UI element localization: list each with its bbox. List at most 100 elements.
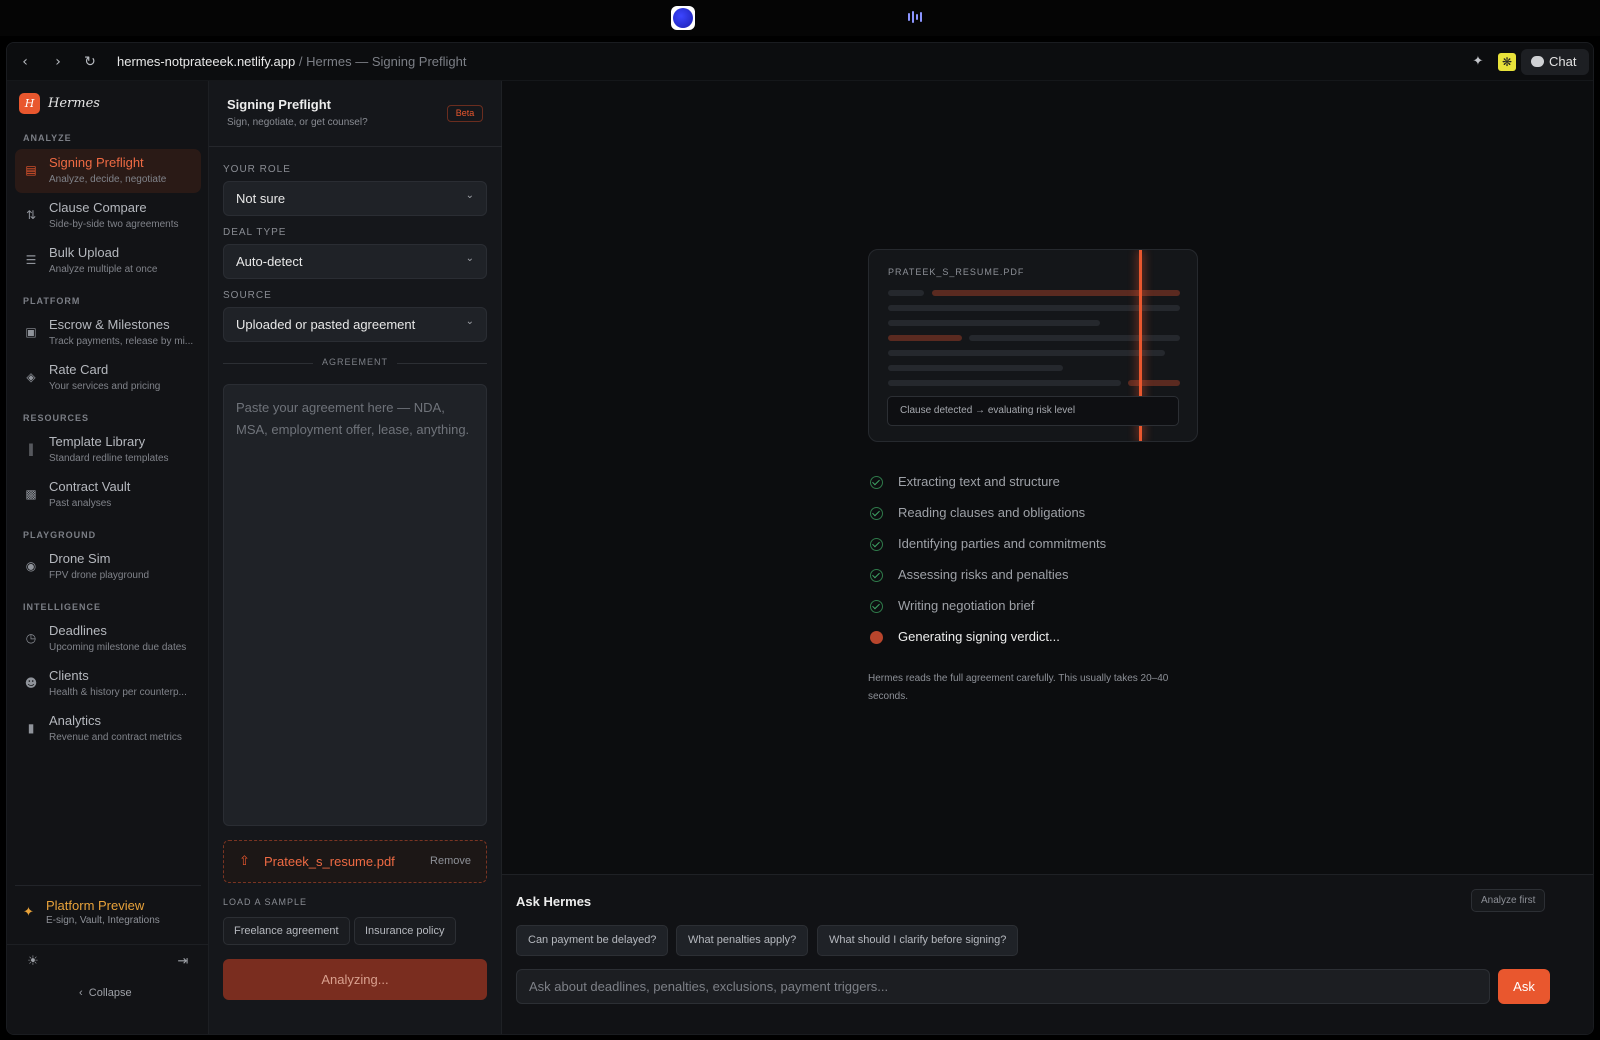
logout-icon[interactable]: ⇥ bbox=[175, 954, 191, 970]
text-line bbox=[888, 380, 1121, 386]
sidebar-divider bbox=[15, 885, 201, 886]
collapse-label: Collapse bbox=[88, 987, 132, 999]
agreement-label: AGREEMENT bbox=[321, 357, 388, 367]
sidebar-item-label: Analytics bbox=[49, 713, 102, 728]
sidebar-item-label: Bulk Upload bbox=[49, 245, 120, 260]
app-orb-icon[interactable] bbox=[671, 6, 695, 30]
address-bar[interactable]: hermes-notprateeek.netlify.app / Hermes … bbox=[117, 54, 467, 69]
users-icon: ☻ bbox=[24, 676, 38, 690]
deal-type-select[interactable]: Auto-detect ⌄ bbox=[223, 244, 487, 279]
sidebar-item-label: Rate Card bbox=[49, 362, 109, 377]
sidebar-item-sub: Your services and pricing bbox=[49, 381, 161, 392]
step-item: Identifying parties and commitments bbox=[868, 535, 1188, 555]
text-line-highlighted bbox=[932, 290, 1180, 296]
step-item-current: Generating signing verdict... bbox=[868, 628, 1188, 648]
step-item: Assessing risks and penalties bbox=[868, 566, 1188, 586]
extension-icon[interactable]: ✦ bbox=[1469, 53, 1487, 71]
page-title: Hermes — Signing Preflight bbox=[306, 54, 467, 69]
sidebar-item-label: Contract Vault bbox=[49, 479, 131, 494]
chevron-down-icon: ⌄ bbox=[465, 253, 474, 264]
sidebar-item-sub: Health & history per counterp... bbox=[49, 687, 187, 698]
ask-title: Ask Hermes bbox=[516, 894, 592, 909]
ask-input[interactable] bbox=[516, 969, 1490, 1004]
sidebar-item-sub: Side-by-side two agreements bbox=[49, 219, 179, 230]
section-title-platform: PLATFORM bbox=[23, 296, 81, 306]
sidebar-item-label: Deadlines bbox=[49, 623, 107, 638]
url-separator: / bbox=[295, 54, 307, 69]
analyze-first-badge: Analyze first bbox=[1471, 889, 1546, 912]
sidebar-item-deadlines[interactable]: ◷ Deadlines Upcoming milestone due dates bbox=[15, 617, 201, 661]
library-icon: ‖ bbox=[28, 442, 34, 456]
sidebar-item-contract-vault[interactable]: ▩ Contract Vault Past analyses bbox=[15, 473, 201, 517]
step-label: Extracting text and structure bbox=[898, 474, 1060, 489]
audio-levels-icon[interactable] bbox=[908, 11, 922, 23]
check-circle-icon bbox=[870, 600, 883, 613]
step-label: Generating signing verdict... bbox=[898, 629, 1060, 644]
check-circle-icon bbox=[870, 507, 883, 520]
question-chip[interactable]: Can payment be delayed? bbox=[516, 925, 669, 956]
brand[interactable]: H Hermes bbox=[19, 93, 100, 114]
step-item: Extracting text and structure bbox=[868, 473, 1188, 493]
archive-icon: ▩ bbox=[25, 487, 37, 501]
sidebar-item-label: Template Library bbox=[49, 434, 146, 449]
sidebar-item-label: Drone Sim bbox=[49, 551, 111, 566]
uploaded-file-chip: ⇧ Prateek_s_resume.pdf Remove bbox=[223, 840, 487, 883]
calendar-clock-icon: ◷ bbox=[25, 631, 37, 645]
question-chip[interactable]: What penalties apply? bbox=[676, 925, 809, 956]
forward-icon[interactable]: › bbox=[48, 52, 68, 72]
section-title-analyze: ANALYZE bbox=[23, 133, 72, 143]
reload-icon[interactable]: ↻ bbox=[80, 52, 100, 72]
chevron-down-icon: ⌄ bbox=[465, 190, 474, 201]
text-line-highlighted bbox=[888, 335, 962, 341]
text-line bbox=[888, 305, 1180, 311]
section-title-playground: PLAYGROUND bbox=[23, 530, 97, 540]
clause-status: Clause detected → evaluating risk level bbox=[887, 396, 1179, 426]
load-sample-label: LOAD A SAMPLE bbox=[223, 897, 308, 907]
collapse-button[interactable]: ‹ Collapse bbox=[79, 987, 132, 999]
sidebar-item-label: Escrow & Milestones bbox=[49, 317, 170, 332]
tag-icon: ◈ bbox=[26, 370, 36, 384]
chat-button[interactable]: Chat bbox=[1521, 49, 1589, 75]
check-circle-icon bbox=[870, 569, 883, 582]
chat-bubble-icon bbox=[1531, 56, 1544, 67]
sidebar-item-clients[interactable]: ☻ Clients Health & history per counterp.… bbox=[15, 662, 201, 706]
sidebar-item-sub: Track payments, release by mi... bbox=[49, 336, 194, 347]
sidebar-item-bulk-upload[interactable]: ☰ Bulk Upload Analyze multiple at once bbox=[15, 239, 201, 283]
sidebar-item-label: Signing Preflight bbox=[49, 155, 144, 170]
sidebar-item-sub: Upcoming milestone due dates bbox=[49, 642, 187, 653]
sample-insurance-button[interactable]: Insurance policy bbox=[354, 917, 456, 945]
back-icon[interactable]: ‹ bbox=[15, 52, 35, 72]
form-title: Signing Preflight bbox=[227, 97, 331, 112]
agreement-textarea[interactable] bbox=[223, 384, 487, 826]
remove-file-button[interactable]: Remove bbox=[430, 855, 471, 867]
sidebar-item-template-library[interactable]: ‖ Template Library Standard redline temp… bbox=[15, 428, 201, 472]
role-select[interactable]: Not sure ⌄ bbox=[223, 181, 487, 216]
preflight-form-panel: Signing Preflight Sign, negotiate, or ge… bbox=[209, 81, 502, 1034]
analysis-note: Hermes reads the full agreement carefull… bbox=[868, 673, 1169, 702]
text-line bbox=[888, 290, 924, 296]
sparkle-extension-icon[interactable]: ❋ bbox=[1498, 53, 1516, 71]
ask-button[interactable]: Ask bbox=[1498, 969, 1550, 1004]
sidebar-item-signing-preflight[interactable]: ▤ Signing Preflight Analyze, decide, neg… bbox=[15, 149, 201, 193]
sidebar-item-rate-card[interactable]: ◈ Rate Card Your services and pricing bbox=[15, 356, 201, 400]
source-label: SOURCE bbox=[223, 290, 272, 301]
analyze-button[interactable]: Analyzing... bbox=[223, 959, 487, 1000]
browser-toolbar: ‹ › ↻ hermes-notprateeek.netlify.app / H… bbox=[7, 43, 1593, 81]
section-title-resources: RESOURCES bbox=[23, 413, 90, 423]
sidebar-item-clause-compare[interactable]: ⇅ Clause Compare Side-by-side two agreem… bbox=[15, 194, 201, 238]
sidebar-item-analytics[interactable]: ▮ Analytics Revenue and contract metrics bbox=[15, 707, 201, 751]
sample-freelance-button[interactable]: Freelance agreement bbox=[223, 917, 350, 945]
question-chip[interactable]: What should I clarify before signing? bbox=[817, 925, 1019, 956]
text-line bbox=[888, 320, 1100, 326]
brand-name: Hermes bbox=[48, 96, 100, 111]
sidebar-item-sub: Past analyses bbox=[49, 498, 112, 509]
deal-type-value: Auto-detect bbox=[236, 254, 303, 269]
theme-toggle-sun-icon[interactable]: ☀ bbox=[25, 954, 41, 970]
sidebar-item-escrow[interactable]: ▣ Escrow & Milestones Track payments, re… bbox=[15, 311, 201, 355]
sidebar-item-drone-sim[interactable]: ◉ Drone Sim FPV drone playground bbox=[15, 545, 201, 589]
platform-preview-link[interactable]: ✦ Platform Preview E-sign, Vault, Integr… bbox=[15, 893, 201, 937]
deal-type-label: DEAL TYPE bbox=[223, 227, 287, 238]
sidebar-item-sub: Analyze multiple at once bbox=[49, 264, 158, 275]
source-select[interactable]: Uploaded or pasted agreement ⌄ bbox=[223, 307, 487, 342]
form-header: Signing Preflight Sign, negotiate, or ge… bbox=[209, 81, 502, 147]
